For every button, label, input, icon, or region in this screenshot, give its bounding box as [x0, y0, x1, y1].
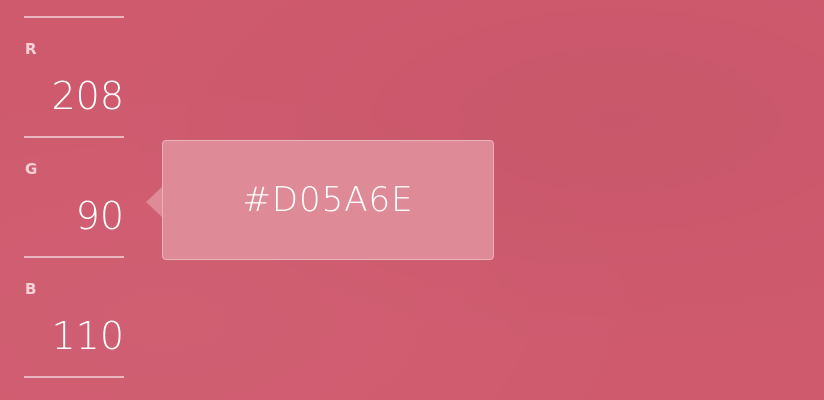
hex-tooltip: #D05A6E — [162, 140, 494, 260]
channel-value-b[interactable]: 110 — [24, 316, 124, 356]
channel-value-r[interactable]: 208 — [24, 76, 124, 116]
tooltip-pointer — [146, 186, 163, 218]
divider-top — [24, 16, 124, 18]
rgb-channel-panel: R 208 G 90 B 110 — [24, 0, 124, 400]
channel-label-g: G — [25, 160, 38, 178]
divider-g-b — [24, 256, 124, 258]
channel-label-b: B — [25, 280, 37, 298]
channel-value-g[interactable]: 90 — [24, 196, 124, 236]
divider-bottom — [24, 376, 124, 378]
channel-label-r: R — [25, 40, 38, 58]
divider-r-g — [24, 136, 124, 138]
hex-value: #D05A6E — [242, 180, 414, 220]
